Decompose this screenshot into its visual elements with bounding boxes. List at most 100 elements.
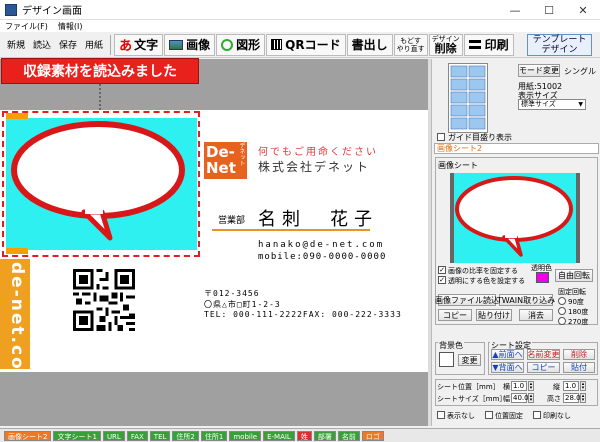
sheet-tab[interactable]: 住所1 [200,430,228,441]
rotate-90-label: 90度 [568,298,584,306]
rename-sheet-button[interactable]: 名前変更 [527,349,560,360]
sheet-tab[interactable]: TEL [149,430,171,441]
close-button[interactable]: ✕ [566,0,600,20]
image-erase-button[interactable]: 消去 [519,309,553,321]
add-image-button[interactable]: 画像 [164,33,216,56]
qr-icon [271,39,283,50]
lock-position-checkbox[interactable] [485,411,493,419]
keep-ratio-checkbox[interactable]: ✓ [438,266,446,274]
y-spinner[interactable]: ▴ ▾ [580,381,586,391]
sheet-tab[interactable]: mobile [229,430,262,441]
sheet-tab[interactable]: 住所2 [172,430,199,441]
twain-import-button[interactable]: TWAIN取り込み [497,294,555,306]
background-change-button[interactable]: 変更 [458,354,481,366]
lock-position-label: 位置固定 [495,412,523,420]
sheet-tab[interactable]: URL [102,430,125,441]
sheet-copy-button[interactable]: コピー [527,362,560,373]
sheet-name-tab[interactable]: 画像シート2 [434,143,599,154]
image-preview [450,173,580,263]
text-icon: あ [119,39,133,54]
sheet-tab[interactable]: 文字シート1 [53,430,101,441]
free-rotate-button[interactable]: 自由回転 [555,269,593,282]
template-top: テンプレート [532,34,587,45]
x-position-input[interactable]: 1.0 [511,381,527,391]
add-qr-button[interactable]: QRコード [266,33,346,56]
card-company: 株式会社デネット [258,160,371,174]
card-name: 名刺 花子 [258,209,378,230]
rotate-270-radio[interactable] [558,317,566,325]
add-qr-label: QRコード [285,38,341,52]
height-spinner[interactable]: ▴ ▾ [580,393,586,403]
company-logo-sub: デネット [238,142,245,166]
selection-box [2,111,200,257]
transparent-label: 透明にする色を設定する [448,277,526,285]
sheet-position-label: シート位置［mm］ [437,383,500,391]
guide-checkbox[interactable] [437,133,445,141]
card-department: 営業部 [218,216,246,226]
transparent-color-swatch[interactable] [536,272,549,283]
minimize-button[interactable]: — [498,0,532,20]
paper-button[interactable]: 用紙 [81,34,107,56]
bring-front-button[interactable]: ▲前面へ [491,349,524,360]
delete-sheet-button[interactable]: 削除 [563,349,595,360]
mode-single-label: シングル [564,67,596,76]
sheet-tab[interactable]: 姓 [296,430,312,441]
window-title: デザイン画面 [22,6,82,17]
name-underline [212,229,370,231]
menu-bar: ファイル(F) 情報(I) [0,20,600,32]
hide-checkbox[interactable] [437,411,445,419]
delete-design-button[interactable]: デザイン 削除 [428,33,463,56]
template-design-button[interactable]: テンプレート デザイン [526,33,593,56]
x-spinner[interactable]: ▴ ▾ [528,381,534,391]
background-color-swatch[interactable] [439,352,454,367]
height-label: 高さ [547,395,561,403]
sheet-tab[interactable]: 部署 [313,430,336,441]
display-size-select[interactable]: 標準サイズ ▼ [518,99,586,110]
rotate-180-label: 180度 [568,308,589,316]
title-bar: デザイン画面 — ☐ ✕ [0,0,600,20]
sheet-paste-button[interactable]: 貼付 [563,362,595,373]
maximize-button[interactable]: ☐ [532,0,566,20]
sheet-tab[interactable]: 名前 [337,430,360,441]
no-print-checkbox[interactable] [533,411,541,419]
qr-code [73,269,135,331]
undo-redo-button[interactable]: もどす やり直す [393,33,428,56]
export-button[interactable]: 書出し [346,33,393,56]
rotate-90-radio[interactable] [558,297,566,305]
load-image-file-button[interactable]: 画像ファイル読込 [435,294,499,306]
sheet-tab[interactable]: 画像シート2 [4,430,52,441]
hide-label: 表示なし [447,412,475,420]
properties-panel: モード変更 シングル 用紙:51002 表示サイズ 標準サイズ ▼ ガイド目盛り… [431,59,600,426]
sheet-tab[interactable]: FAX [126,430,148,441]
sheet-tab-strip: 画像シート2 文字シート1 URL FAX TEL 住所2 住所1 mobile E-MAIL 姓… [0,428,600,442]
sheet-tab[interactable]: E-MAIL [263,430,295,441]
add-text-label: 文字 [134,38,159,52]
width-spinner[interactable]: ▴ ▾ [528,393,534,403]
add-shape-button[interactable]: 図形 [216,33,266,56]
y-position-input[interactable]: 1.0 [563,381,579,391]
card-email: hanako@de-net.com [258,240,385,250]
width-input[interactable]: 40.0 [511,393,529,403]
keep-ratio-label: 画像の比率を固定する [448,267,518,275]
new-button[interactable]: 新規 [3,34,29,56]
menu-file[interactable]: ファイル(F) [5,21,48,32]
mode-change-button[interactable]: モード変更 [518,64,560,77]
menu-info[interactable]: 情報(I) [58,21,83,32]
image-sheet-group-label: 画像シート [438,161,478,170]
send-back-button[interactable]: ▼背面へ [491,362,524,373]
transparent-checkbox[interactable]: ✓ [438,276,446,284]
chevron-down-icon: ▼ [578,101,583,108]
height-input[interactable]: 28.0 [563,393,581,403]
sheet-tab[interactable]: ロゴ [361,430,384,441]
background-color-label: 背景色 [438,340,464,351]
image-paste-button[interactable]: 貼り付け [476,309,512,321]
add-text-button[interactable]: あ 文字 [114,33,164,56]
card-address: 〇県△市□町1-2-3 [204,300,281,309]
image-copy-button[interactable]: コピー [438,309,472,321]
load-button[interactable]: 読込 [29,34,55,56]
sheet-size-label: シートサイズ［mm］ [437,395,507,403]
toolbar-separator [110,34,112,55]
print-button[interactable]: 印刷 [463,33,514,56]
rotate-180-radio[interactable] [558,307,566,315]
save-button[interactable]: 保存 [55,34,81,56]
